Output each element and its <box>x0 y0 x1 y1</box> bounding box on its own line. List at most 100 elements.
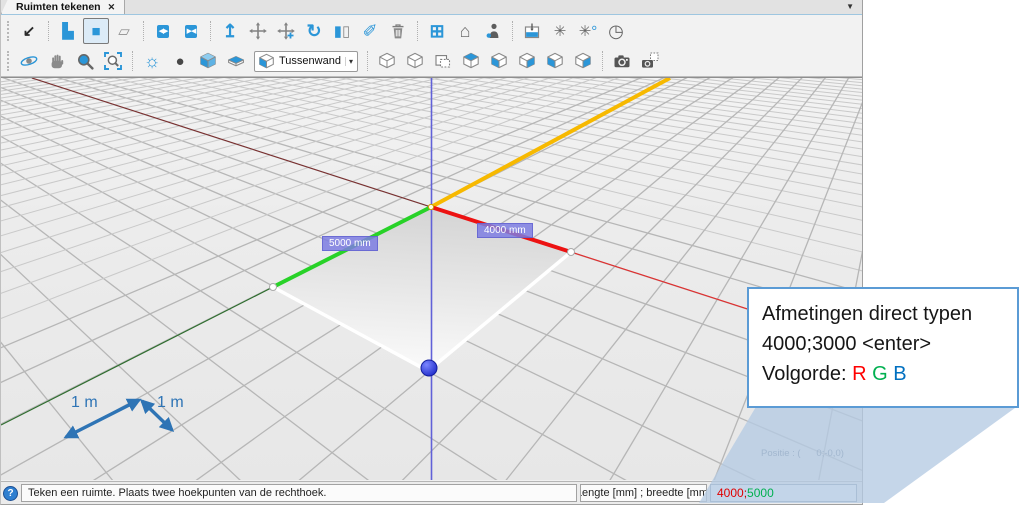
flat-view-button[interactable] <box>223 48 249 74</box>
toolbar: ↙▙■▱◀▶▶◀↥↻▮▯✐⊞⌂✳✳°◷☼●Tussenwand▾ <box>1 15 862 77</box>
draw-room-rectangle-icon: ■ <box>91 24 100 39</box>
mirror-horizontal-button[interactable]: ▶◀ <box>178 18 204 44</box>
snapshot-camera-add-button[interactable] <box>637 48 663 74</box>
zoom-window-button[interactable] <box>100 48 126 74</box>
rgb-letter: G <box>872 363 888 385</box>
view-top-right-icon <box>518 52 536 70</box>
tab-ruimten-tekenen[interactable]: Ruimten tekenen ✕ <box>1 0 125 14</box>
view-front-icon <box>490 52 508 70</box>
shaded-view-button[interactable] <box>195 48 221 74</box>
mirror-horizontal-icon: ▶◀ <box>185 25 198 38</box>
draw-room-rectangle-button[interactable]: ■ <box>83 18 109 44</box>
callout-line-2: 4000;3000 <enter> <box>762 329 1004 359</box>
toolbar-grip[interactable] <box>7 51 12 71</box>
delete-button[interactable] <box>385 18 411 44</box>
view-right-button[interactable] <box>570 48 596 74</box>
snapshot-camera-add-icon <box>641 52 659 70</box>
split-wall-button[interactable]: ▮▯ <box>329 18 355 44</box>
walk-through-person-button[interactable] <box>480 18 506 44</box>
window-grid-icon: ⊞ <box>429 22 444 40</box>
eraser-button[interactable]: ✐ <box>357 18 383 44</box>
draw-room-polygon-button[interactable]: ▙ <box>55 18 81 44</box>
snapshot-camera-button[interactable] <box>609 48 635 74</box>
snap-3d-settings-icon: ✳ <box>579 24 592 39</box>
toolbar-separator <box>132 51 133 71</box>
move-button[interactable] <box>245 18 271 44</box>
zoom-button[interactable] <box>72 48 98 74</box>
orbit-icon <box>20 52 38 70</box>
light-on-icon: ☼ <box>144 52 161 70</box>
view-front-left-button[interactable] <box>542 48 568 74</box>
dimension-input-value: 4000 <box>717 486 744 500</box>
view-front-button[interactable] <box>486 48 512 74</box>
toolbar-separator <box>512 21 513 41</box>
light-off-button[interactable]: ● <box>167 48 193 74</box>
tab-label: Ruimten tekenen <box>16 1 101 13</box>
move-precise-icon <box>277 22 295 40</box>
snap-3d-button[interactable]: ✳ <box>547 18 573 44</box>
dimension-label-red: 4000 mm <box>477 223 533 238</box>
move-precise-button[interactable] <box>273 18 299 44</box>
view-right-icon <box>574 52 592 70</box>
toolbar-separator <box>48 21 49 41</box>
move-icon <box>249 22 267 40</box>
view-wireframe-alt-icon <box>406 52 424 70</box>
dimension-input-value: 5000 <box>747 486 774 500</box>
toolbar-separator <box>602 51 603 71</box>
rgb-letter: B <box>893 363 906 385</box>
orbit-button[interactable] <box>16 48 42 74</box>
rotate-button[interactable]: ↻ <box>301 18 327 44</box>
callout-line-3: Volgorde: R G B <box>762 359 1004 389</box>
toolbar-row-1: ↙▙■▱◀▶▶◀↥↻▮▯✐⊞⌂✳✳°◷ <box>3 16 862 46</box>
window-grid-button[interactable]: ⊞ <box>424 18 450 44</box>
toolbar-separator <box>367 51 368 71</box>
view-top-icon <box>462 52 480 70</box>
viewport-canvas[interactable]: 5000 mm 4000 mm 1 m 1 m Positie : ( 0;-0… <box>1 77 862 480</box>
draw-slanted-wall-button[interactable]: ▱ <box>111 18 137 44</box>
tab-close-icon[interactable]: ✕ <box>108 2 116 13</box>
view-top-right-button[interactable] <box>514 48 540 74</box>
clock-button[interactable]: ◷ <box>603 18 629 44</box>
split-wall-icon: ▯ <box>342 24 350 39</box>
view-floorplan-icon <box>434 52 452 70</box>
view-wireframe-button[interactable] <box>374 48 400 74</box>
eraser-icon: ✐ <box>362 22 377 40</box>
component-select-value: Tussenwand <box>279 55 341 67</box>
raise-storey-button[interactable]: ↥ <box>217 18 243 44</box>
tab-overflow-caret-icon[interactable]: ▼ <box>846 2 854 11</box>
zoom-window-icon <box>104 52 122 70</box>
component-select[interactable]: Tussenwand ▾ <box>254 51 358 72</box>
pan-hand-icon <box>48 52 66 70</box>
toolbar-separator <box>417 21 418 41</box>
toolbar-row-2: ☼ ● Tussenwand ▾ <box>3 46 862 76</box>
select-icon: ↙ <box>23 24 36 39</box>
view-floorplan-button[interactable] <box>430 48 456 74</box>
status-message: Teken een ruimte. Plaats twee hoekpunten… <box>21 484 577 502</box>
toolbar-separator <box>210 21 211 41</box>
view-front-left-icon <box>546 52 564 70</box>
dimension-input[interactable]: 4000;5000 <box>710 484 857 502</box>
light-on-button[interactable]: ☼ <box>139 48 165 74</box>
delete-icon <box>389 22 407 40</box>
view-top-button[interactable] <box>458 48 484 74</box>
view-wireframe-alt-button[interactable] <box>402 48 428 74</box>
position-readout: Positie : ( 0;-0,0) <box>761 448 844 459</box>
flip-horizontal-button[interactable]: ◀▶ <box>150 18 176 44</box>
select-button[interactable]: ↙ <box>16 18 42 44</box>
callout-line-1: Afmetingen direct typen <box>762 299 1004 329</box>
pan-hand-button[interactable] <box>44 48 70 74</box>
toolbar-grip[interactable] <box>7 21 12 41</box>
light-off-icon: ● <box>175 54 184 69</box>
canopy-button[interactable]: ⌂ <box>452 18 478 44</box>
dimension-label-green: 5000 mm <box>322 236 378 251</box>
callout-line-3-prefix: Volgorde: <box>762 363 852 385</box>
flat-view-icon <box>227 52 245 70</box>
component-cube-icon <box>258 53 275 70</box>
split-wall-icon: ▮ <box>334 24 342 39</box>
chevron-down-icon[interactable]: ▾ <box>345 57 353 66</box>
rgb-letter: R <box>852 363 866 385</box>
clock-icon: ◷ <box>608 22 624 40</box>
water-level-button[interactable] <box>519 18 545 44</box>
tab-bar: Ruimten tekenen ✕ ▼ <box>1 0 862 15</box>
snap-3d-settings-button[interactable]: ✳° <box>575 18 601 44</box>
